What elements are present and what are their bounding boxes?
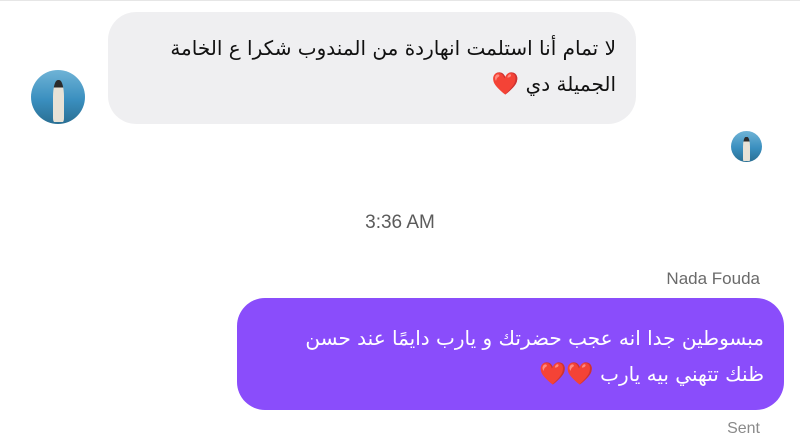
contact-avatar[interactable] [31, 70, 85, 124]
avatar-person-figure [743, 136, 751, 161]
incoming-message-line-2: الجميلة دي ❤️ [128, 66, 616, 103]
outgoing-message-text: ظنك تتهني بيه يارب [600, 362, 764, 386]
outgoing-message-line-1: مبسوطين جدا انه عجب حضرتك و يارب دايمًا … [305, 326, 764, 350]
heart-emoji-icon: ❤️ [491, 72, 520, 97]
outgoing-message-bubble[interactable]: مبسوطين جدا انه عجب حضرتك و يارب دايمًا … [237, 298, 784, 410]
heart-emoji-icon: ❤️❤️ [538, 362, 594, 387]
sender-name: Nada Fouda [666, 269, 760, 288]
incoming-message-text: الجميلة دي [525, 72, 616, 96]
seen-avatar [731, 131, 762, 162]
incoming-message-line-1: لا تمام أنا استلمت انهاردة من المندوب شك… [170, 36, 616, 60]
message-timestamp: 3:36 AM [365, 212, 435, 233]
message-status-label: Sent [727, 420, 760, 437]
header-divider [0, 0, 800, 1]
incoming-message-bubble[interactable]: لا تمام أنا استلمت انهاردة من المندوب شك… [108, 12, 636, 124]
avatar-person-figure [52, 79, 65, 122]
outgoing-message-line-2: ظنك تتهني بيه يارب ❤️❤️ [257, 356, 764, 393]
